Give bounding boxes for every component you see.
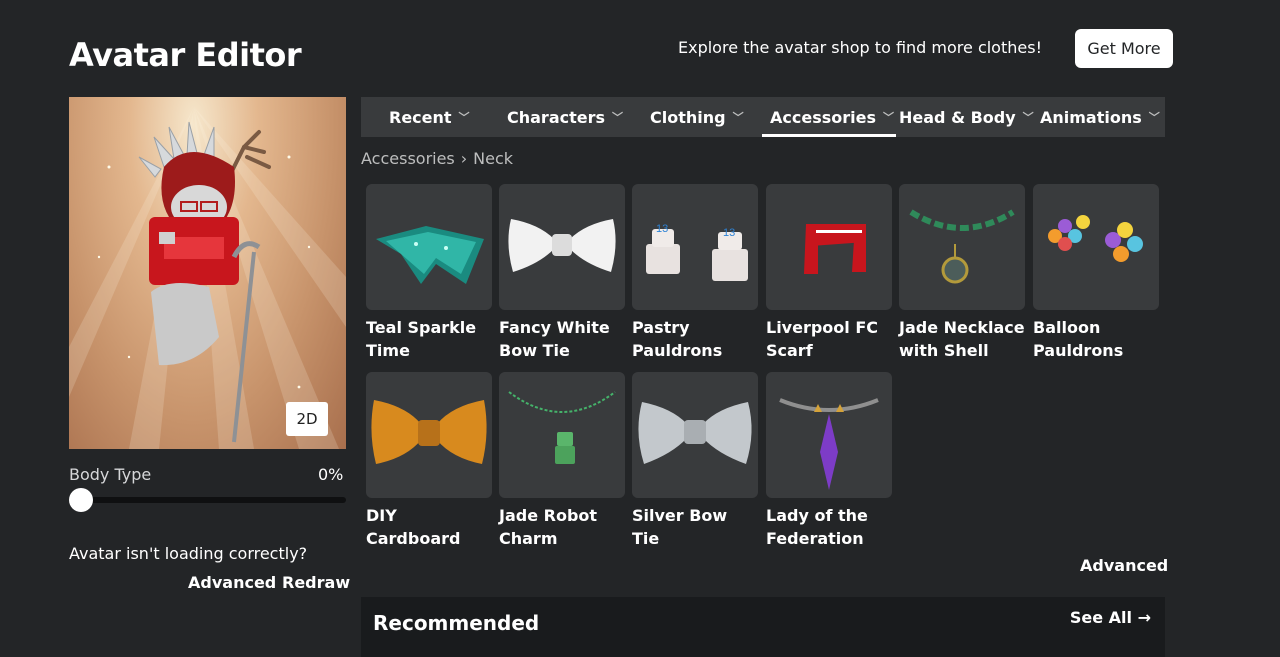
tab-label: Clothing — [650, 107, 726, 127]
avatar-preview: 2D — [69, 97, 346, 449]
item-name: Jade Necklace with Shell — [899, 318, 1025, 360]
item-card[interactable]: Fancy White Bow Tie — [499, 184, 625, 362]
avatar-render — [69, 107, 346, 449]
body-type-value: 0% — [318, 465, 344, 484]
silver-bow-tie-icon — [638, 402, 752, 464]
tab-label: Accessories — [770, 107, 876, 127]
item-name: Liverpool FC Scarf — [766, 318, 879, 360]
body-type-label: Body Type — [69, 465, 152, 484]
white-bow-tie-icon — [508, 219, 616, 272]
item-thumbnail — [899, 184, 1025, 310]
balloons-icon — [1048, 215, 1143, 262]
item-name: Silver Bow Tie — [632, 506, 728, 548]
breadcrumb-parent[interactable]: Accessories — [361, 149, 455, 168]
chevron-right-icon: › — [460, 149, 468, 168]
chevron-down-icon: ﹀ — [883, 111, 894, 124]
item-name: DIY Cardboard — [366, 506, 461, 548]
teal-sparkle-icon — [376, 226, 484, 284]
body-type-slider-track[interactable] — [69, 497, 346, 503]
tab-animations[interactable]: Animations ﹀ — [1040, 97, 1160, 137]
advanced-link-preview[interactable]: Advanced — [188, 573, 276, 592]
tab-characters[interactable]: Characters ﹀ — [507, 97, 623, 137]
breadcrumb: Accessories › Neck — [361, 149, 513, 168]
item-thumbnail — [1033, 184, 1159, 310]
breadcrumb-current: Neck — [473, 149, 514, 168]
item-thumbnail — [366, 372, 492, 498]
item-thumbnail — [499, 184, 625, 310]
tab-label: Animations — [1040, 107, 1142, 127]
redraw-link[interactable]: Redraw — [282, 573, 350, 592]
chevron-down-icon: ﹀ — [612, 111, 624, 124]
item-thumbnail — [766, 184, 892, 310]
tab-accessories[interactable]: Accessories ﹀ — [770, 97, 894, 137]
item-card[interactable]: Teal Sparkle Time — [366, 184, 492, 362]
chevron-down-icon: ﹀ — [1022, 111, 1034, 124]
recommended-section: Recommended See All → — [361, 597, 1165, 657]
body-type-slider-thumb[interactable] — [69, 488, 93, 512]
svg-text:13: 13 — [723, 227, 735, 239]
chevron-down-icon: ﹀ — [732, 111, 744, 124]
scarf-icon — [804, 224, 866, 274]
item-thumbnail: 13 13 — [632, 184, 758, 310]
loading-question: Avatar isn't loading correctly? — [69, 544, 308, 563]
federation-necklace-icon — [779, 398, 879, 490]
tab-recent[interactable]: Recent ﹀ — [389, 97, 470, 137]
item-card[interactable]: Liverpool FC Scarf — [766, 184, 892, 362]
chevron-down-icon: ﹀ — [1148, 111, 1160, 124]
item-card[interactable]: Silver Bow Tie — [632, 372, 758, 550]
item-name: Teal Sparkle Time — [366, 318, 477, 360]
cake-pauldrons-icon: 13 13 — [646, 223, 748, 281]
tab-label: Head & Body — [899, 107, 1016, 127]
active-tab-indicator — [762, 134, 896, 137]
view-2d-toggle[interactable]: 2D — [286, 402, 328, 436]
item-thumbnail — [766, 372, 892, 498]
item-name: Jade Robot Charm — [499, 506, 598, 548]
tab-label: Characters — [507, 107, 606, 127]
item-card[interactable]: Lady of the Federation — [766, 372, 892, 550]
item-name: Balloon Pauldrons — [1033, 318, 1124, 360]
advanced-link[interactable]: Advanced — [1080, 556, 1168, 575]
item-card[interactable]: Jade Necklace with Shell — [899, 184, 1025, 362]
see-all-link[interactable]: See All → — [1070, 608, 1151, 627]
item-card[interactable]: Jade Robot Charm — [499, 372, 625, 550]
category-tabs: Recent ﹀ Characters ﹀ Clothing ﹀ Accessorie… — [361, 97, 1165, 137]
item-name: Pastry Pauldrons — [632, 318, 723, 360]
tab-label: Recent — [389, 107, 452, 127]
item-name: Fancy White Bow Tie — [499, 318, 610, 360]
page-title: Avatar Editor — [69, 36, 302, 74]
get-more-button[interactable]: Get More — [1075, 29, 1173, 68]
recommended-title: Recommended — [373, 611, 540, 635]
item-card[interactable]: Balloon Pauldrons — [1033, 184, 1159, 362]
item-thumbnail — [366, 184, 492, 310]
item-name: Lady of the Federation — [766, 506, 868, 548]
tab-head-body[interactable]: Head & Body ﹀ — [899, 97, 1034, 137]
jade-necklace-icon — [909, 209, 1015, 284]
robot-charm-icon — [508, 391, 616, 464]
tab-clothing[interactable]: Clothing ﹀ — [650, 97, 744, 137]
item-thumbnail — [632, 372, 758, 498]
promo-text: Explore the avatar shop to find more clo… — [678, 38, 1042, 57]
svg-text:13: 13 — [656, 223, 668, 235]
item-card[interactable]: DIY Cardboard — [366, 372, 492, 550]
cardboard-bow-icon — [371, 400, 487, 464]
item-card[interactable]: 13 13 Pastry Pauldrons — [632, 184, 758, 362]
item-thumbnail — [499, 372, 625, 498]
chevron-down-icon: ﹀ — [458, 111, 470, 124]
